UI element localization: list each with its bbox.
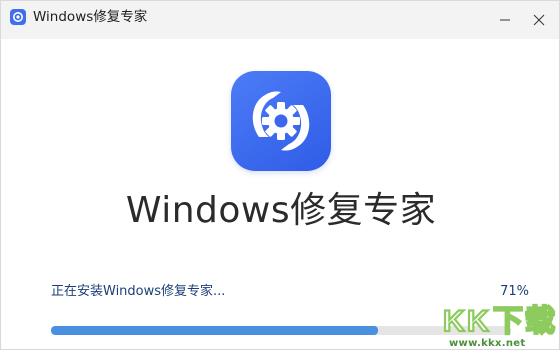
install-status-text: 正在安装Windows修复专家... — [51, 284, 226, 299]
install-progress-fill — [51, 326, 378, 335]
gear-repair-icon — [252, 91, 310, 151]
installer-window: Windows修复专家 Windows修复专家 正在安装Windows修复专家.… — [0, 0, 560, 350]
svg-text:载: 载 — [525, 305, 555, 338]
svg-text:K: K — [443, 305, 465, 338]
svg-text:K: K — [467, 305, 489, 338]
minimize-icon — [500, 19, 510, 21]
title-bar[interactable]: Windows修复专家 — [1, 1, 559, 39]
close-icon — [533, 14, 545, 26]
watermark-url: www.kkx.net — [449, 338, 526, 349]
app-logo — [231, 71, 331, 171]
svg-text:下: 下 — [493, 305, 523, 338]
window-title: Windows修复专家 — [33, 9, 148, 25]
app-icon — [10, 9, 26, 25]
close-button[interactable] — [519, 1, 559, 39]
app-name-heading: Windows修复专家 — [125, 190, 437, 231]
install-percent: 71% — [500, 284, 529, 299]
